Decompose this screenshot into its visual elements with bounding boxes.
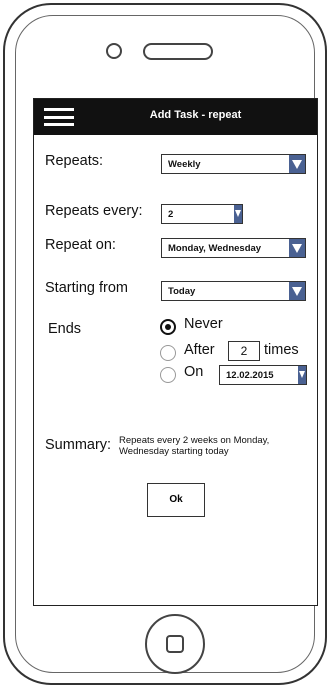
repeats-value: Weekly (168, 159, 201, 170)
front-camera (106, 43, 122, 59)
chevron-down-icon[interactable] (298, 366, 306, 384)
repeat-on-value: Monday, Wednesday (168, 243, 262, 254)
top-bar: Add Task - repeat (34, 99, 317, 135)
home-button[interactable] (145, 614, 205, 674)
ends-on-date-select[interactable]: 12.02.2015 (219, 365, 307, 385)
chevron-down-icon[interactable] (289, 282, 305, 300)
starting-from-value: Today (168, 286, 196, 297)
ends-never-label: Never (184, 316, 223, 332)
starting-from-select[interactable]: Today (161, 281, 306, 301)
repeats-select[interactable]: Weekly (161, 154, 306, 174)
ends-label: Ends (48, 321, 82, 337)
ends-never-radio[interactable] (160, 319, 176, 335)
home-square-icon (166, 635, 184, 653)
ends-times-label: times (264, 342, 299, 358)
page-title: Add Task - repeat (149, 109, 242, 121)
earpiece-speaker (143, 43, 213, 60)
summary-text: Repeats every 2 weeks on Monday, Wednesd… (119, 435, 270, 457)
chevron-down-icon[interactable] (289, 239, 305, 257)
ends-after-radio[interactable] (160, 345, 176, 361)
summary-label: Summary: (45, 437, 112, 453)
repeats-every-label: Repeats every: (45, 203, 143, 219)
chevron-down-icon[interactable] (289, 155, 305, 173)
ends-on-label: On (184, 364, 204, 380)
ok-button[interactable]: Ok (147, 483, 205, 517)
ends-on-radio[interactable] (160, 367, 176, 383)
repeat-on-label: Repeat on: (45, 237, 116, 253)
ends-after-count-input[interactable]: 2 (228, 341, 260, 361)
repeats-every-select[interactable]: 2 (161, 204, 243, 224)
chevron-down-icon[interactable] (234, 205, 242, 223)
ends-on-date-value: 12.02.2015 (226, 370, 274, 381)
repeat-on-select[interactable]: Monday, Wednesday (161, 238, 306, 258)
app-screen: Add Task - repeat Repeats: Weekly Repeat… (33, 98, 318, 606)
ends-after-label: After (184, 342, 215, 358)
starting-from-label: Starting from (45, 280, 128, 296)
repeats-label: Repeats: (45, 153, 104, 169)
repeats-every-value: 2 (168, 209, 174, 220)
